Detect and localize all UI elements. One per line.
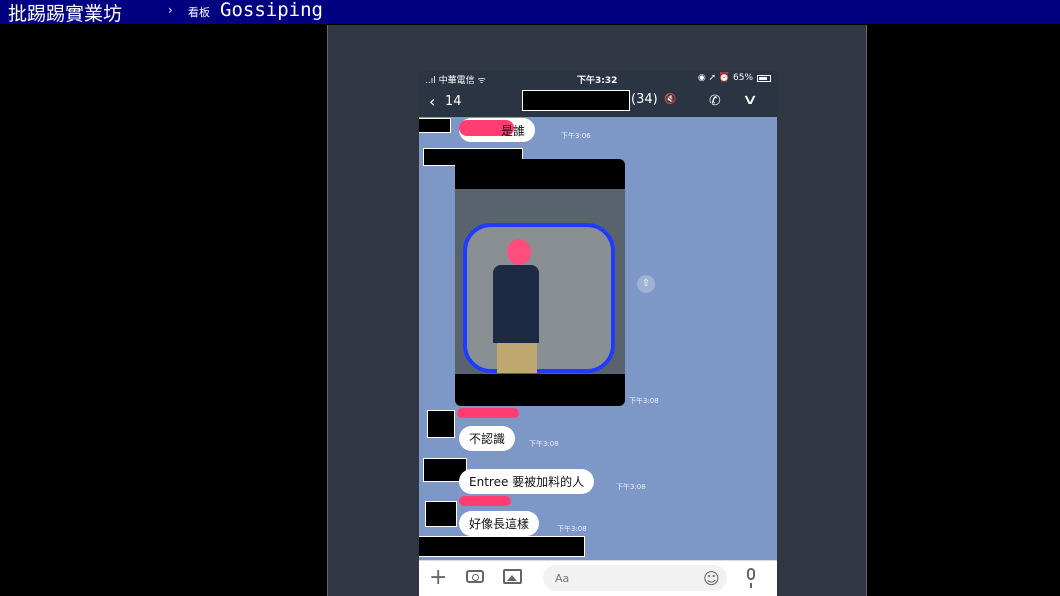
photo-person-legs [497, 343, 537, 373]
shared-photo[interactable] [455, 159, 625, 406]
emoji-icon[interactable]: ☺ [703, 569, 720, 588]
status-time: 下午3:32 [577, 76, 618, 86]
chat-header: ‹ 14 (34) 🔇 ✆ ∨ [419, 87, 777, 117]
message-timestamp: 下午3:08 [616, 483, 646, 491]
breadcrumb-arrow: › [168, 3, 173, 17]
unread-count[interactable]: 14 [445, 94, 462, 109]
site-title[interactable]: 批踢踢實業坊 [8, 0, 122, 26]
member-count: (34) [631, 92, 658, 107]
message-timestamp: 下午3:08 [629, 397, 659, 405]
message-timestamp: 下午3:06 [561, 132, 591, 140]
message-timestamp: 下午3:08 [529, 440, 559, 448]
message-bubble: 好像長這樣 [459, 511, 540, 536]
face-redaction-pink [507, 239, 531, 265]
phone-status-bar: ..ıl 中華電信 ᯤ 下午3:32 ◉ ➚ ⏰ 65% [419, 71, 777, 87]
photo-person [493, 265, 539, 343]
photo-door-frame [463, 223, 615, 373]
sender-avatar-redaction [427, 410, 455, 438]
battery-icon [757, 75, 771, 82]
message-bubble: Entree 要被加料的人 [459, 469, 595, 494]
back-arrow-icon[interactable]: ‹ [429, 92, 435, 111]
board-label: 看板 [188, 6, 210, 19]
plus-icon[interactable]: + [429, 565, 447, 590]
ptt-topbar: 批踢踢實業坊 › 看板 Gossiping [0, 0, 1060, 26]
chevron-down-icon[interactable]: ∨ [742, 92, 758, 108]
mute-icon: 🔇 [664, 94, 677, 105]
message-text: 好像長這樣 [469, 517, 530, 531]
image-icon[interactable] [503, 569, 522, 584]
message-timestamp: 下午3:08 [557, 525, 587, 533]
name-redaction-pink [457, 408, 519, 418]
sender-name-redaction [419, 118, 451, 133]
phone-icon[interactable]: ✆ [709, 93, 721, 109]
message-text: Entree 要被加料的人 [469, 475, 585, 489]
message-input-bar: + ☺ [419, 560, 777, 596]
board-name-link[interactable]: Gossiping [220, 0, 323, 21]
chat-screenshot: ..ıl 中華電信 ᯤ 下午3:32 ◉ ➚ ⏰ 65% ‹ 14 (34) 🔇… [419, 71, 777, 596]
carrier-label: ..ıl 中華電信 ᯤ [425, 76, 486, 86]
message-text: 不認識 [469, 432, 506, 446]
message-bubble: 是誰 [459, 118, 535, 142]
sender-avatar-redaction [425, 501, 457, 527]
microphone-icon[interactable] [747, 568, 755, 588]
message-input[interactable] [543, 565, 727, 591]
camera-icon[interactable] [466, 570, 484, 583]
name-redaction-pink [459, 496, 511, 506]
group-name-redaction [522, 90, 630, 111]
share-icon[interactable]: ⇧ [637, 275, 655, 293]
photo-scene [455, 189, 625, 374]
sender-name-redaction [419, 536, 585, 557]
battery-percent: ◉ ➚ ⏰ 65% [697, 73, 753, 83]
message-bubble: 不認識 [459, 426, 516, 451]
message-text: 是誰 [500, 124, 525, 138]
